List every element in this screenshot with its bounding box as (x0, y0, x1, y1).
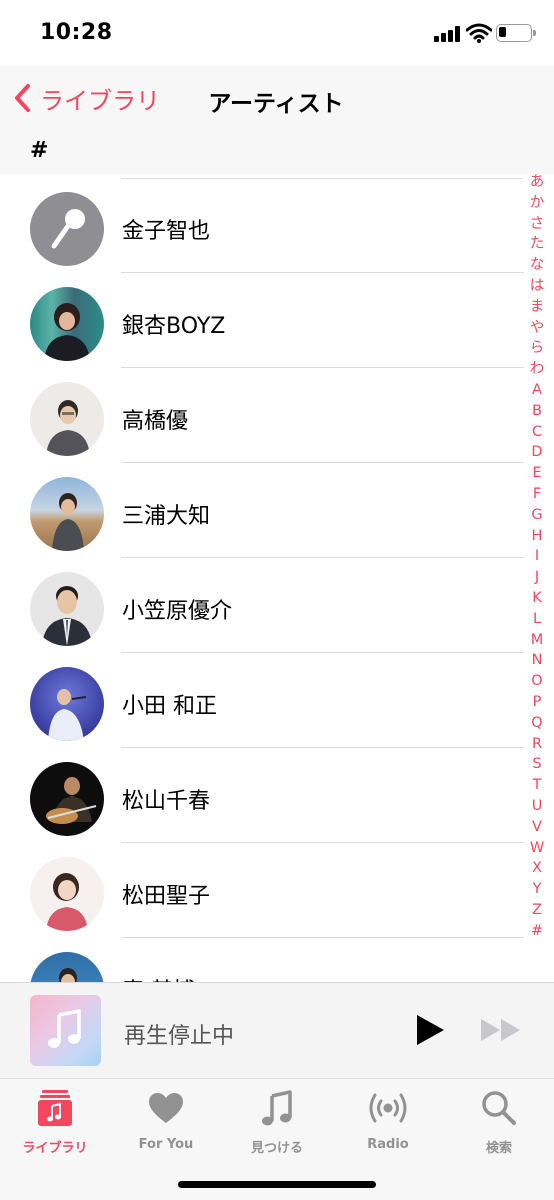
status-bar: 10:28 (0, 0, 554, 66)
section-header: # (30, 138, 49, 163)
artist-name: 松田聖子 (122, 884, 211, 909)
tab-label: For You (138, 1137, 194, 1152)
tab-for-you[interactable]: For You (111, 1089, 221, 1155)
index-letter[interactable]: T (533, 775, 542, 796)
tab-browse[interactable]: 見つける (222, 1089, 332, 1156)
index-letter[interactable]: K (532, 588, 542, 609)
wifi-icon (466, 23, 492, 43)
index-letter[interactable]: さ (530, 214, 545, 235)
home-indicator (178, 1181, 376, 1188)
tab-search[interactable]: 検索 (444, 1089, 554, 1156)
index-letter[interactable]: J (535, 567, 539, 588)
artist-avatar (30, 382, 104, 456)
index-letter[interactable]: は (530, 276, 545, 297)
tab-label: 見つける (250, 1141, 303, 1156)
index-letter[interactable]: M (531, 630, 544, 651)
player-status: 再生停止中 (124, 1024, 235, 1049)
artist-name: 高橋優 (122, 409, 189, 434)
artist-name: 秦 基博 (122, 973, 195, 982)
artist-name: 小笠原優介 (122, 599, 233, 624)
index-letter[interactable]: L (533, 609, 541, 630)
index-letter[interactable]: G (531, 505, 542, 526)
index-letter[interactable]: R (532, 734, 542, 755)
index-letter[interactable]: や (530, 318, 545, 339)
music-note-icon (262, 1090, 292, 1126)
radio-icon (369, 1093, 407, 1123)
artist-avatar (30, 857, 104, 931)
index-letter[interactable]: ら (530, 338, 545, 359)
artist-name: 松山千春 (122, 789, 211, 814)
tab-radio[interactable]: Radio (333, 1089, 443, 1155)
index-letter[interactable]: わ (530, 359, 545, 380)
index-letter[interactable]: V (532, 817, 542, 838)
search-icon (482, 1091, 516, 1125)
artist-row[interactable]: 三浦大知 (0, 463, 524, 558)
index-letter[interactable]: B (532, 401, 542, 422)
library-icon (38, 1090, 72, 1126)
navigation-bar: ライブラリ アーティスト # (0, 66, 554, 174)
battery-icon (496, 24, 536, 42)
index-letter[interactable]: な (530, 255, 545, 276)
index-letter[interactable]: P (533, 692, 542, 713)
artist-avatar (30, 192, 104, 266)
heart-icon (149, 1093, 183, 1123)
artist-list[interactable]: 金子智也 銀杏BOYZ 高橋優 三浦大知 小笠原優介 小田 和正 松山千春 松田… (0, 174, 554, 982)
index-letter[interactable]: E (532, 463, 541, 484)
artist-row[interactable]: 高橋優 (0, 368, 524, 463)
artist-avatar (30, 667, 104, 741)
artist-avatar (30, 762, 104, 836)
artist-avatar (30, 287, 104, 361)
index-letter[interactable]: O (531, 671, 542, 692)
artist-row[interactable]: 金子智也 (0, 178, 524, 273)
artist-row[interactable]: 小田 和正 (0, 653, 524, 748)
index-letter[interactable]: た (530, 234, 545, 255)
now-playing-artwork (30, 995, 101, 1066)
index-letter[interactable]: N (532, 650, 543, 671)
artist-name: 小田 和正 (122, 694, 217, 719)
index-letter[interactable]: D (531, 442, 542, 463)
fast-forward-button[interactable] (480, 1017, 522, 1043)
index-letter[interactable]: Q (531, 713, 542, 734)
section-index-bar[interactable]: あかさたなはまやらわ A B C D E F G H I J K L M N O P Q R S T U V W X Y Z # (528, 172, 546, 941)
index-letter[interactable]: Y (533, 879, 542, 900)
index-letter[interactable]: S (532, 754, 541, 775)
index-letter[interactable]: あ (530, 172, 545, 193)
index-letter[interactable]: # (531, 921, 543, 942)
artist-avatar (30, 572, 104, 646)
artist-avatar (30, 952, 104, 982)
play-button[interactable] (414, 1013, 446, 1047)
tab-label: 検索 (485, 1141, 512, 1156)
index-letter[interactable]: C (532, 422, 542, 443)
artist-name: 三浦大知 (122, 504, 211, 529)
microphone-icon (51, 209, 85, 249)
artist-name: 金子智也 (122, 219, 211, 244)
tab-library[interactable]: ライブラリ (0, 1089, 110, 1156)
artist-row[interactable]: 小笠原優介 (0, 558, 524, 653)
artist-avatar (30, 477, 104, 551)
index-letter[interactable]: A (532, 380, 542, 401)
artist-row[interactable]: 松山千春 (0, 748, 524, 843)
mini-player[interactable]: 再生停止中 (0, 982, 554, 1078)
index-letter[interactable]: ま (530, 297, 545, 318)
index-letter[interactable]: Z (532, 900, 542, 921)
index-letter[interactable]: か (530, 193, 545, 214)
index-letter[interactable]: I (535, 546, 539, 567)
artist-row[interactable]: 秦 基博 (0, 938, 524, 982)
page-title: アーティスト (208, 91, 344, 117)
index-letter[interactable]: U (532, 796, 543, 817)
index-letter[interactable]: H (532, 526, 543, 547)
index-letter[interactable]: W (530, 838, 544, 859)
cellular-signal-icon (434, 26, 460, 42)
status-time: 10:28 (40, 20, 113, 45)
tab-label: Radio (367, 1137, 409, 1152)
artist-row[interactable]: 松田聖子 (0, 843, 524, 938)
index-letter[interactable]: X (532, 858, 542, 879)
tab-label: ライブラリ (22, 1141, 88, 1156)
music-note-icon (48, 1009, 81, 1048)
artist-name: 銀杏BOYZ (122, 314, 226, 339)
artist-row[interactable]: 銀杏BOYZ (0, 273, 524, 368)
index-letter[interactable]: F (533, 484, 541, 505)
